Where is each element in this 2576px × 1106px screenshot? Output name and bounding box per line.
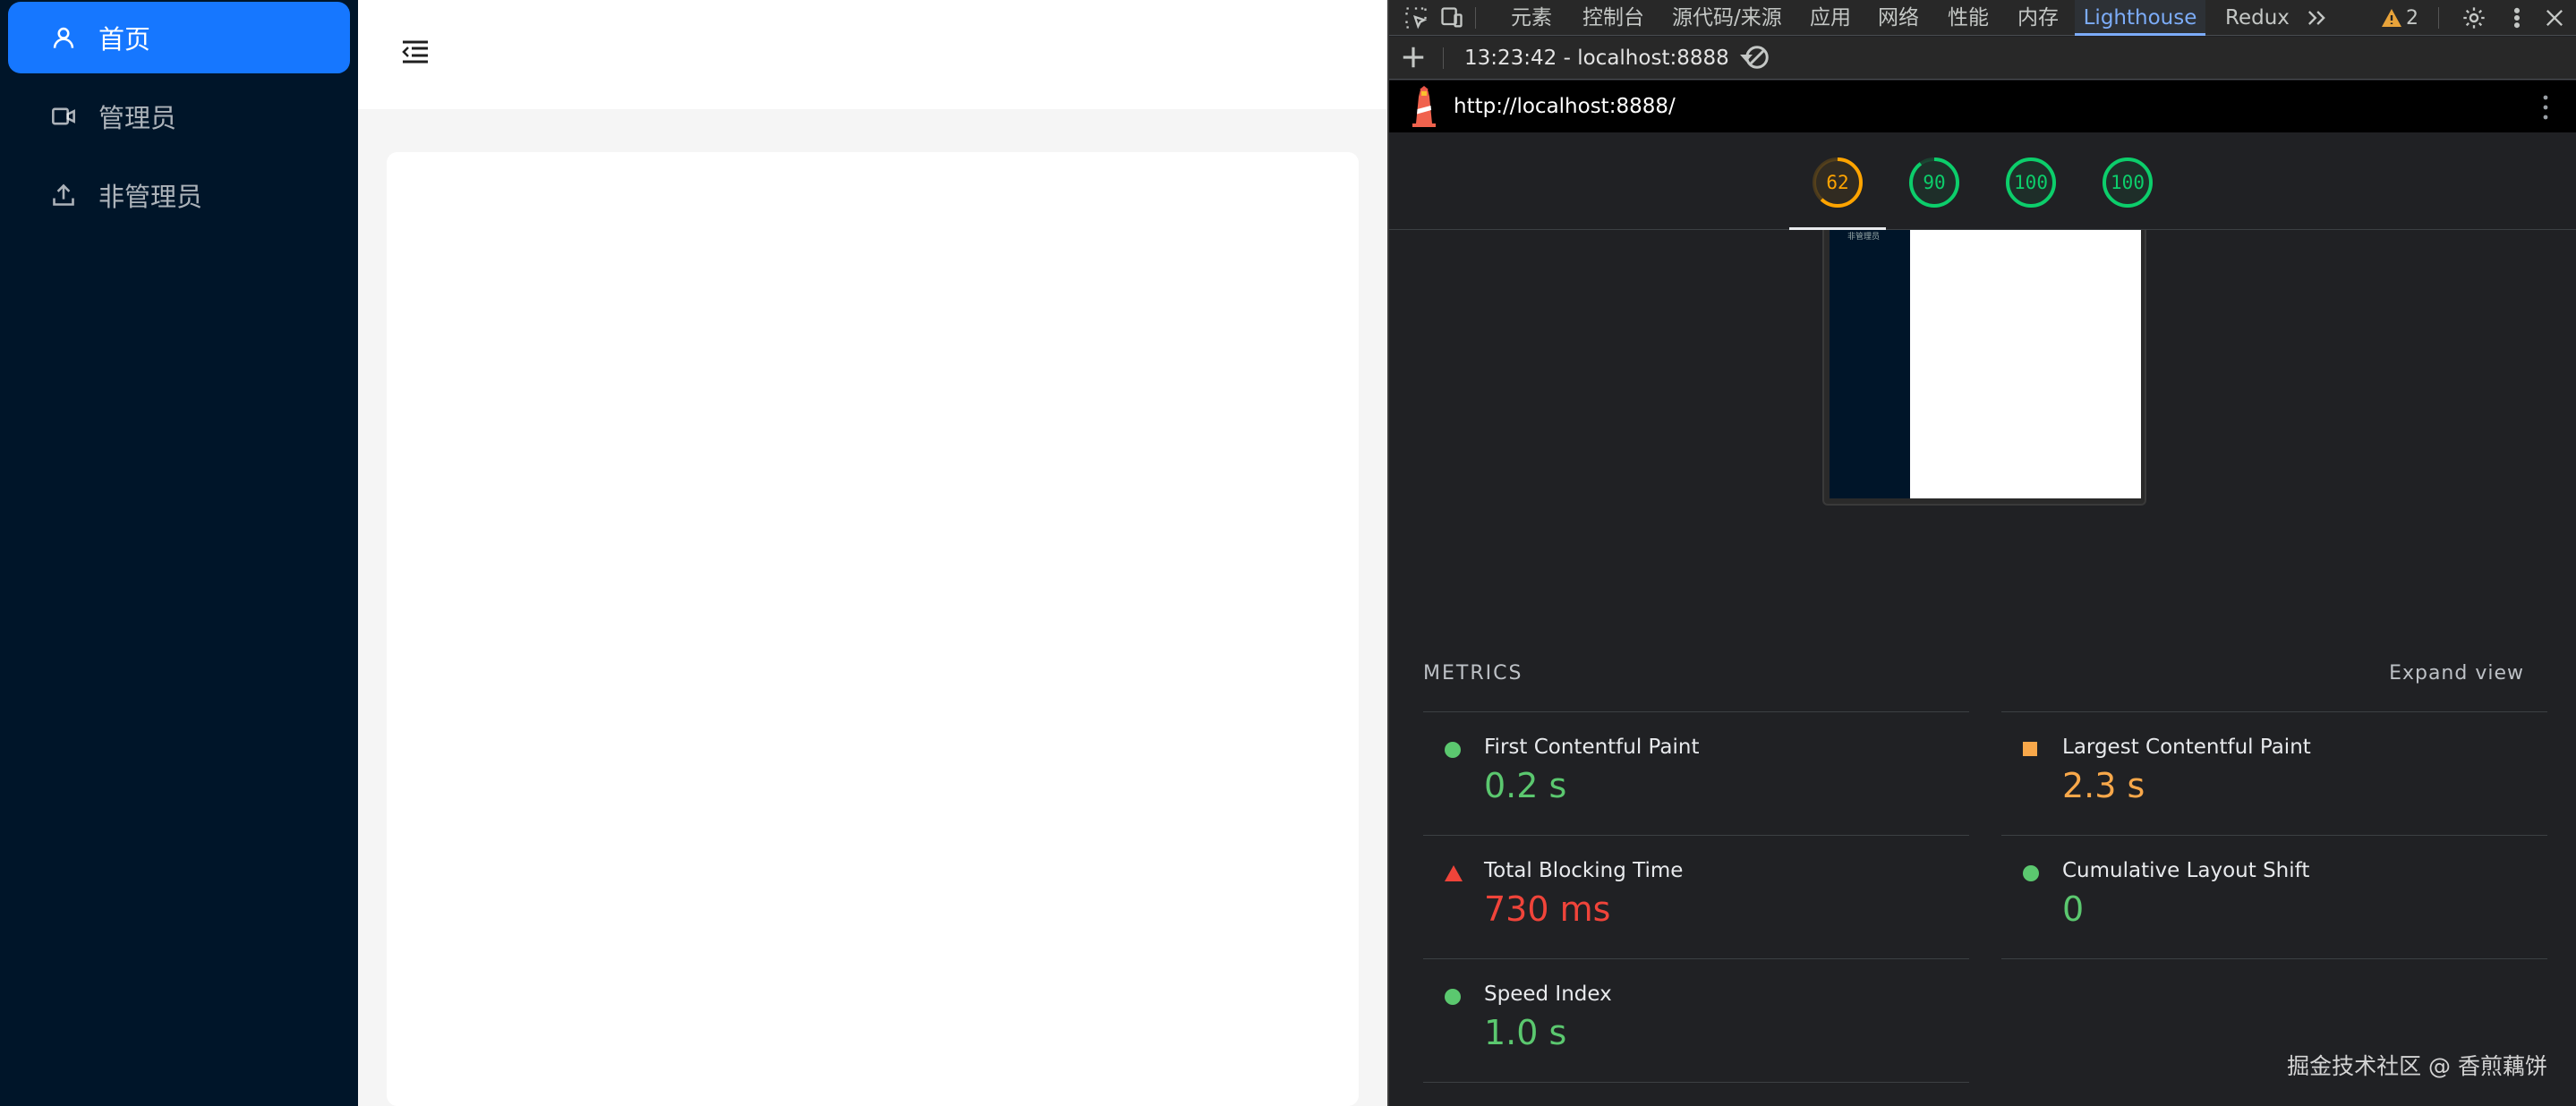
device-icon: [1441, 7, 1463, 28]
thumbnail-label: 非管理员: [1847, 233, 1881, 242]
gauge-performance[interactable]: 62: [1812, 157, 1864, 208]
sidebar-item-label: 管理员: [98, 103, 177, 133]
gear-icon: [2463, 7, 2485, 29]
toolbar-divider: [1443, 47, 1444, 69]
more-tabs-button[interactable]: [2302, 4, 2331, 32]
metric-fcp: First Contentful Paint 0.2 s: [1423, 711, 1969, 835]
metric-value: 0: [2062, 889, 2085, 929]
report-url: http://localhost:8888/: [1454, 95, 1676, 118]
metric-lcp: Largest Contentful Paint 2.3 s: [2001, 711, 2547, 835]
plus-icon: [1403, 47, 1424, 68]
report-selector[interactable]: 13:23:42 - localhost:8888: [1464, 44, 1753, 72]
tab-console[interactable]: 控制台: [1579, 0, 1648, 36]
toolbar-divider: [1475, 7, 1476, 29]
inspect-icon: [1405, 7, 1428, 30]
gauge-score: 62: [1826, 172, 1849, 193]
sidebar-item-home[interactable]: 首页: [8, 2, 350, 73]
metric-tbt: Total Blocking Time 730 ms: [1423, 835, 1969, 958]
devtools-panel: 元素 控制台 源代码/来源 应用 网络 性能 内存 Lighthouse Red…: [1387, 0, 2576, 1106]
new-report-button[interactable]: [1400, 44, 1429, 72]
metric-divider: [2001, 958, 2547, 959]
thumbnail-sidebar: 非管理员: [1830, 230, 1910, 498]
pass-circle-icon: [1445, 989, 1461, 1005]
upload-icon: [50, 182, 77, 208]
fail-triangle-icon: [1445, 865, 1463, 881]
metrics-bottom-divider: [1423, 1082, 1969, 1083]
metric-title: First Contentful Paint: [1484, 736, 1700, 759]
metric-value: 730 ms: [1484, 889, 1611, 929]
metric-title: Total Blocking Time: [1484, 859, 1684, 882]
video-camera-icon: [50, 103, 77, 130]
gauge-accessibility[interactable]: 90: [1908, 157, 1960, 208]
sidebar-item-label: 非管理员: [98, 182, 203, 212]
clear-reports-button[interactable]: [1744, 44, 1772, 72]
sidebar-item-label: 首页: [98, 24, 151, 55]
thumbnail-content: [1910, 230, 2141, 498]
sidebar-item-admin[interactable]: 管理员: [8, 81, 350, 152]
sidebar-item-non-admin[interactable]: 非管理员: [8, 159, 350, 231]
final-screenshot-thumbnail: 非管理员: [1822, 230, 2146, 506]
gauge-seo[interactable]: 100: [2102, 157, 2154, 208]
watermark: 掘金技术社区 @ 香煎藕饼: [2287, 1053, 2547, 1079]
menu-fold-icon: [402, 40, 428, 64]
report-menu-icon[interactable]: [2540, 93, 2551, 122]
report-url-bar: http://localhost:8888/: [1389, 81, 2576, 132]
warning-count: 2: [2406, 6, 2418, 30]
gauge-best-practices[interactable]: 100: [2005, 157, 2057, 208]
kebab-menu-icon: [2513, 7, 2521, 29]
metric-value: 2.3 s: [2062, 766, 2145, 805]
tab-network[interactable]: 网络: [1874, 0, 1923, 36]
tab-performance[interactable]: 性能: [1944, 0, 1992, 36]
metric-cls: Cumulative Layout Shift 0: [2001, 835, 2547, 958]
sidebar: 首页 管理员 非管理员: [0, 0, 358, 1106]
gauge-score: 100: [2014, 172, 2048, 193]
metrics-heading: METRICS: [1423, 662, 1523, 685]
devtools-tabbar: 元素 控制台 源代码/来源 应用 网络 性能 内存 Lighthouse Red…: [1389, 0, 2576, 36]
tab-lighthouse[interactable]: Lighthouse: [2075, 0, 2205, 36]
warnings-badge[interactable]: 2: [2381, 4, 2418, 32]
device-toolbar-button[interactable]: [1437, 4, 1466, 32]
toolbar-divider: [2438, 7, 2439, 29]
close-devtools-button[interactable]: [2540, 4, 2569, 32]
app-header: [358, 0, 1387, 109]
user-icon: [50, 24, 77, 51]
warning-icon: [2382, 9, 2401, 27]
average-square-icon: [2023, 742, 2037, 756]
tab-redux[interactable]: Redux: [2222, 0, 2293, 36]
metric-value: 0.2 s: [1484, 766, 1567, 805]
report-selector-value: 13:23:42 - localhost:8888: [1464, 47, 1729, 70]
gauge-score: 90: [1923, 172, 1946, 193]
metric-title: Cumulative Layout Shift: [2062, 859, 2310, 882]
settings-button[interactable]: [2460, 4, 2488, 32]
lighthouse-toolbar: 13:23:42 - localhost:8888: [1389, 37, 2576, 80]
content-card: [387, 152, 1359, 1106]
more-options-button[interactable]: [2503, 4, 2531, 32]
close-icon: [2546, 10, 2563, 26]
metric-value: 1.0 s: [1484, 1013, 1567, 1052]
metric-title: Largest Contentful Paint: [2062, 736, 2311, 759]
gauge-score: 100: [2111, 172, 2145, 193]
menu-fold-button[interactable]: [399, 38, 431, 66]
lighthouse-logo-icon: [1412, 86, 1436, 127]
chevron-double-right-icon: [2308, 11, 2325, 25]
metric-title: Speed Index: [1484, 983, 1612, 1006]
inspect-element-button[interactable]: [1402, 4, 1430, 32]
tab-memory[interactable]: 内存: [2014, 0, 2062, 36]
metric-speed-index: Speed Index 1.0 s: [1423, 958, 1969, 1082]
block-icon: [1745, 46, 1769, 69]
pass-circle-icon: [2023, 865, 2039, 881]
score-gauges: 62 90 100 100: [1389, 133, 2576, 230]
tab-elements[interactable]: 元素: [1507, 0, 1556, 36]
tab-sources[interactable]: 源代码/来源: [1668, 0, 1786, 36]
pass-circle-icon: [1445, 742, 1461, 758]
expand-view-button[interactable]: Expand view: [2389, 662, 2524, 685]
tab-application[interactable]: 应用: [1806, 0, 1855, 36]
